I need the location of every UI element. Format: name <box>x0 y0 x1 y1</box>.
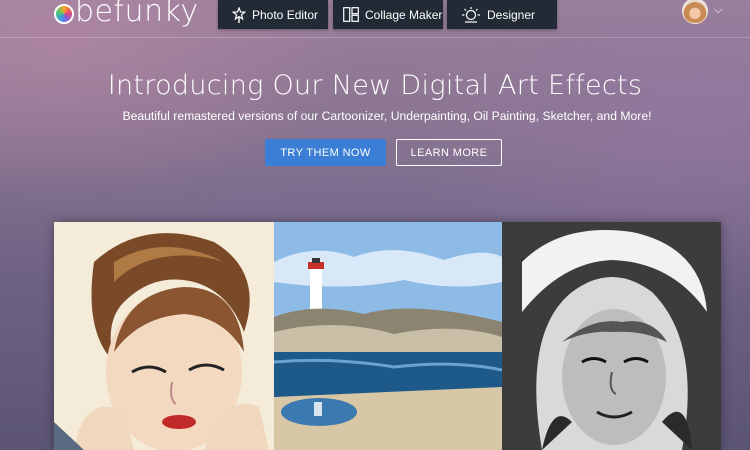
tab-photo-editor[interactable]: Photo Editor <box>218 0 328 29</box>
cartoonizer-sample-image <box>54 222 274 450</box>
try-them-now-button[interactable]: TRY THEM NOW <box>265 139 386 166</box>
tab-designer-label: Designer <box>487 7 536 22</box>
learn-more-button[interactable]: LEARN MORE <box>396 139 502 166</box>
oil-painting-sample-image <box>274 222 502 450</box>
designer-sun-icon <box>461 6 481 23</box>
collage-grid-icon <box>343 7 359 22</box>
tab-photo-editor-label: Photo Editor <box>252 7 319 22</box>
tab-collage-maker-label: Collage Maker <box>365 7 443 22</box>
hero-headline: Introducing Our New Digital Art Effects <box>107 70 643 101</box>
top-navigation-bar: befunky Photo Editor Collage Maker Desig… <box>0 0 750 38</box>
user-avatar[interactable] <box>682 0 708 24</box>
logo-mark-icon <box>54 4 74 24</box>
effects-showcase-gallery <box>54 222 721 450</box>
magic-wand-icon <box>232 6 246 23</box>
logo-text: befunky <box>75 0 199 29</box>
sketcher-sample-image <box>502 222 721 450</box>
hero-subheadline: Beautiful remastered versions of our Car… <box>122 109 652 123</box>
chevron-down-icon[interactable]: ⌵ <box>714 4 722 17</box>
befunky-logo[interactable]: befunky <box>54 0 199 29</box>
tab-collage-maker[interactable]: Collage Maker <box>333 0 443 29</box>
tab-designer[interactable]: Designer <box>447 0 557 29</box>
